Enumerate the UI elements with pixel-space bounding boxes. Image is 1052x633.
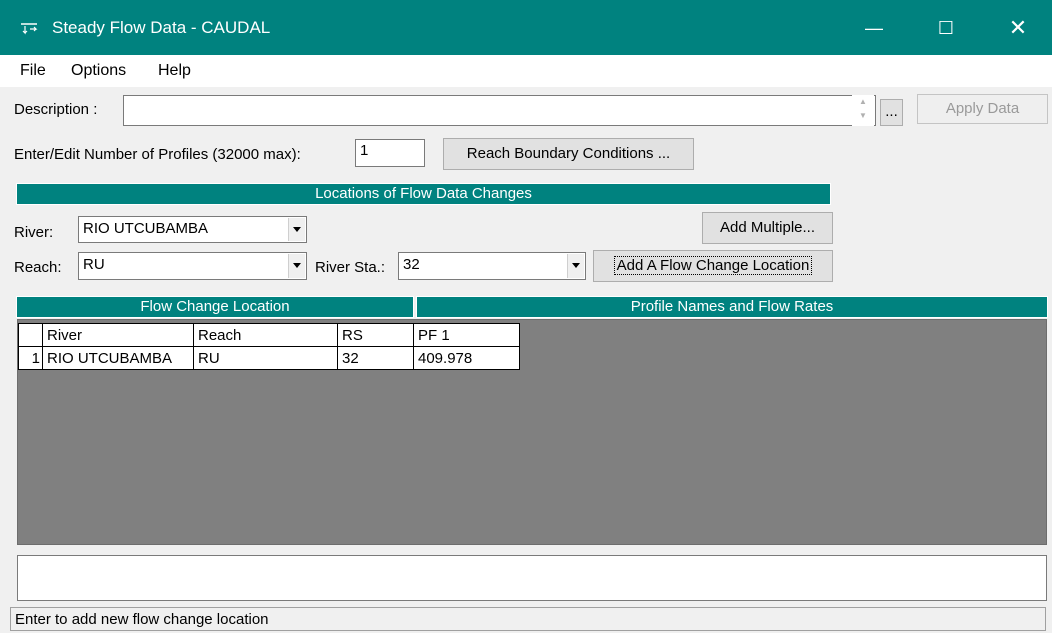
table-header-row: River Reach RS PF 1 — [18, 323, 520, 347]
river-select-value: RIO UTCUBAMBA — [83, 220, 209, 237]
cell-pf1[interactable]: 409.978 — [413, 346, 520, 370]
menu-bar: File Options Help — [0, 55, 1052, 87]
menu-help[interactable]: Help — [158, 62, 191, 80]
description-label: Description : — [14, 101, 98, 118]
menu-options[interactable]: Options — [71, 62, 126, 80]
description-browse-button[interactable]: ... — [880, 99, 903, 126]
apply-data-button[interactable]: Apply Data — [917, 94, 1048, 124]
add-multiple-button[interactable]: Add Multiple... — [702, 212, 833, 244]
message-box — [17, 555, 1047, 601]
river-station-select-value: 32 — [403, 256, 420, 273]
reach-boundary-conditions-button[interactable]: Reach Boundary Conditions ... — [443, 138, 694, 170]
app-icon — [19, 20, 39, 36]
cell-rs[interactable]: 32 — [337, 346, 414, 370]
spin-down-icon[interactable]: ▼ — [852, 109, 874, 123]
cell-reach[interactable]: RU — [193, 346, 338, 370]
maximize-button[interactable]: ☐ — [918, 8, 974, 48]
chevron-down-icon[interactable] — [288, 254, 305, 278]
profile-names-header: Profile Names and Flow Rates — [416, 296, 1048, 318]
row-number-header — [18, 323, 43, 347]
status-bar: Enter to add new flow change location — [10, 607, 1046, 631]
river-station-label: River Sta.: — [315, 259, 386, 276]
chevron-down-icon[interactable] — [288, 218, 305, 241]
locations-header: Locations of Flow Data Changes — [16, 183, 831, 205]
table-row[interactable]: 1 RIO UTCUBAMBA RU 32 409.978 — [18, 346, 520, 370]
row-number: 1 — [18, 346, 43, 370]
spin-up-icon[interactable]: ▲ — [852, 95, 874, 109]
profiles-label: Enter/Edit Number of Profiles (32000 max… — [14, 146, 301, 163]
river-select[interactable]: RIO UTCUBAMBA — [78, 216, 307, 243]
flow-data-table[interactable]: River Reach RS PF 1 1 RIO UTCUBAMBA RU 3… — [18, 323, 520, 370]
add-flow-change-location-label: Add A Flow Change Location — [613, 256, 813, 275]
river-station-select[interactable]: 32 — [398, 252, 586, 280]
reach-label: Reach: — [14, 259, 62, 276]
menu-file[interactable]: File — [20, 62, 46, 80]
close-button[interactable]: ✕ — [990, 8, 1046, 48]
column-header-reach[interactable]: Reach — [193, 323, 338, 347]
river-label: River: — [14, 224, 54, 241]
description-input[interactable] — [123, 95, 876, 126]
column-header-rs[interactable]: RS — [337, 323, 414, 347]
profiles-count-input[interactable]: 1 — [355, 139, 425, 167]
window-title: Steady Flow Data - CAUDAL — [52, 18, 271, 37]
minimize-button[interactable]: — — [846, 8, 902, 48]
add-flow-change-location-button[interactable]: Add A Flow Change Location — [593, 250, 833, 282]
cell-river[interactable]: RIO UTCUBAMBA — [42, 346, 194, 370]
column-header-river[interactable]: River — [42, 323, 194, 347]
description-spinner[interactable]: ▲ ▼ — [852, 95, 874, 126]
reach-select[interactable]: RU — [78, 252, 307, 280]
flow-change-location-header: Flow Change Location — [16, 296, 414, 318]
status-text: Enter to add new flow change location — [15, 611, 269, 628]
title-bar: Steady Flow Data - CAUDAL — ☐ ✕ — [0, 0, 1052, 55]
chevron-down-icon[interactable] — [567, 254, 584, 278]
reach-select-value: RU — [83, 256, 105, 273]
column-header-pf1[interactable]: PF 1 — [413, 323, 520, 347]
